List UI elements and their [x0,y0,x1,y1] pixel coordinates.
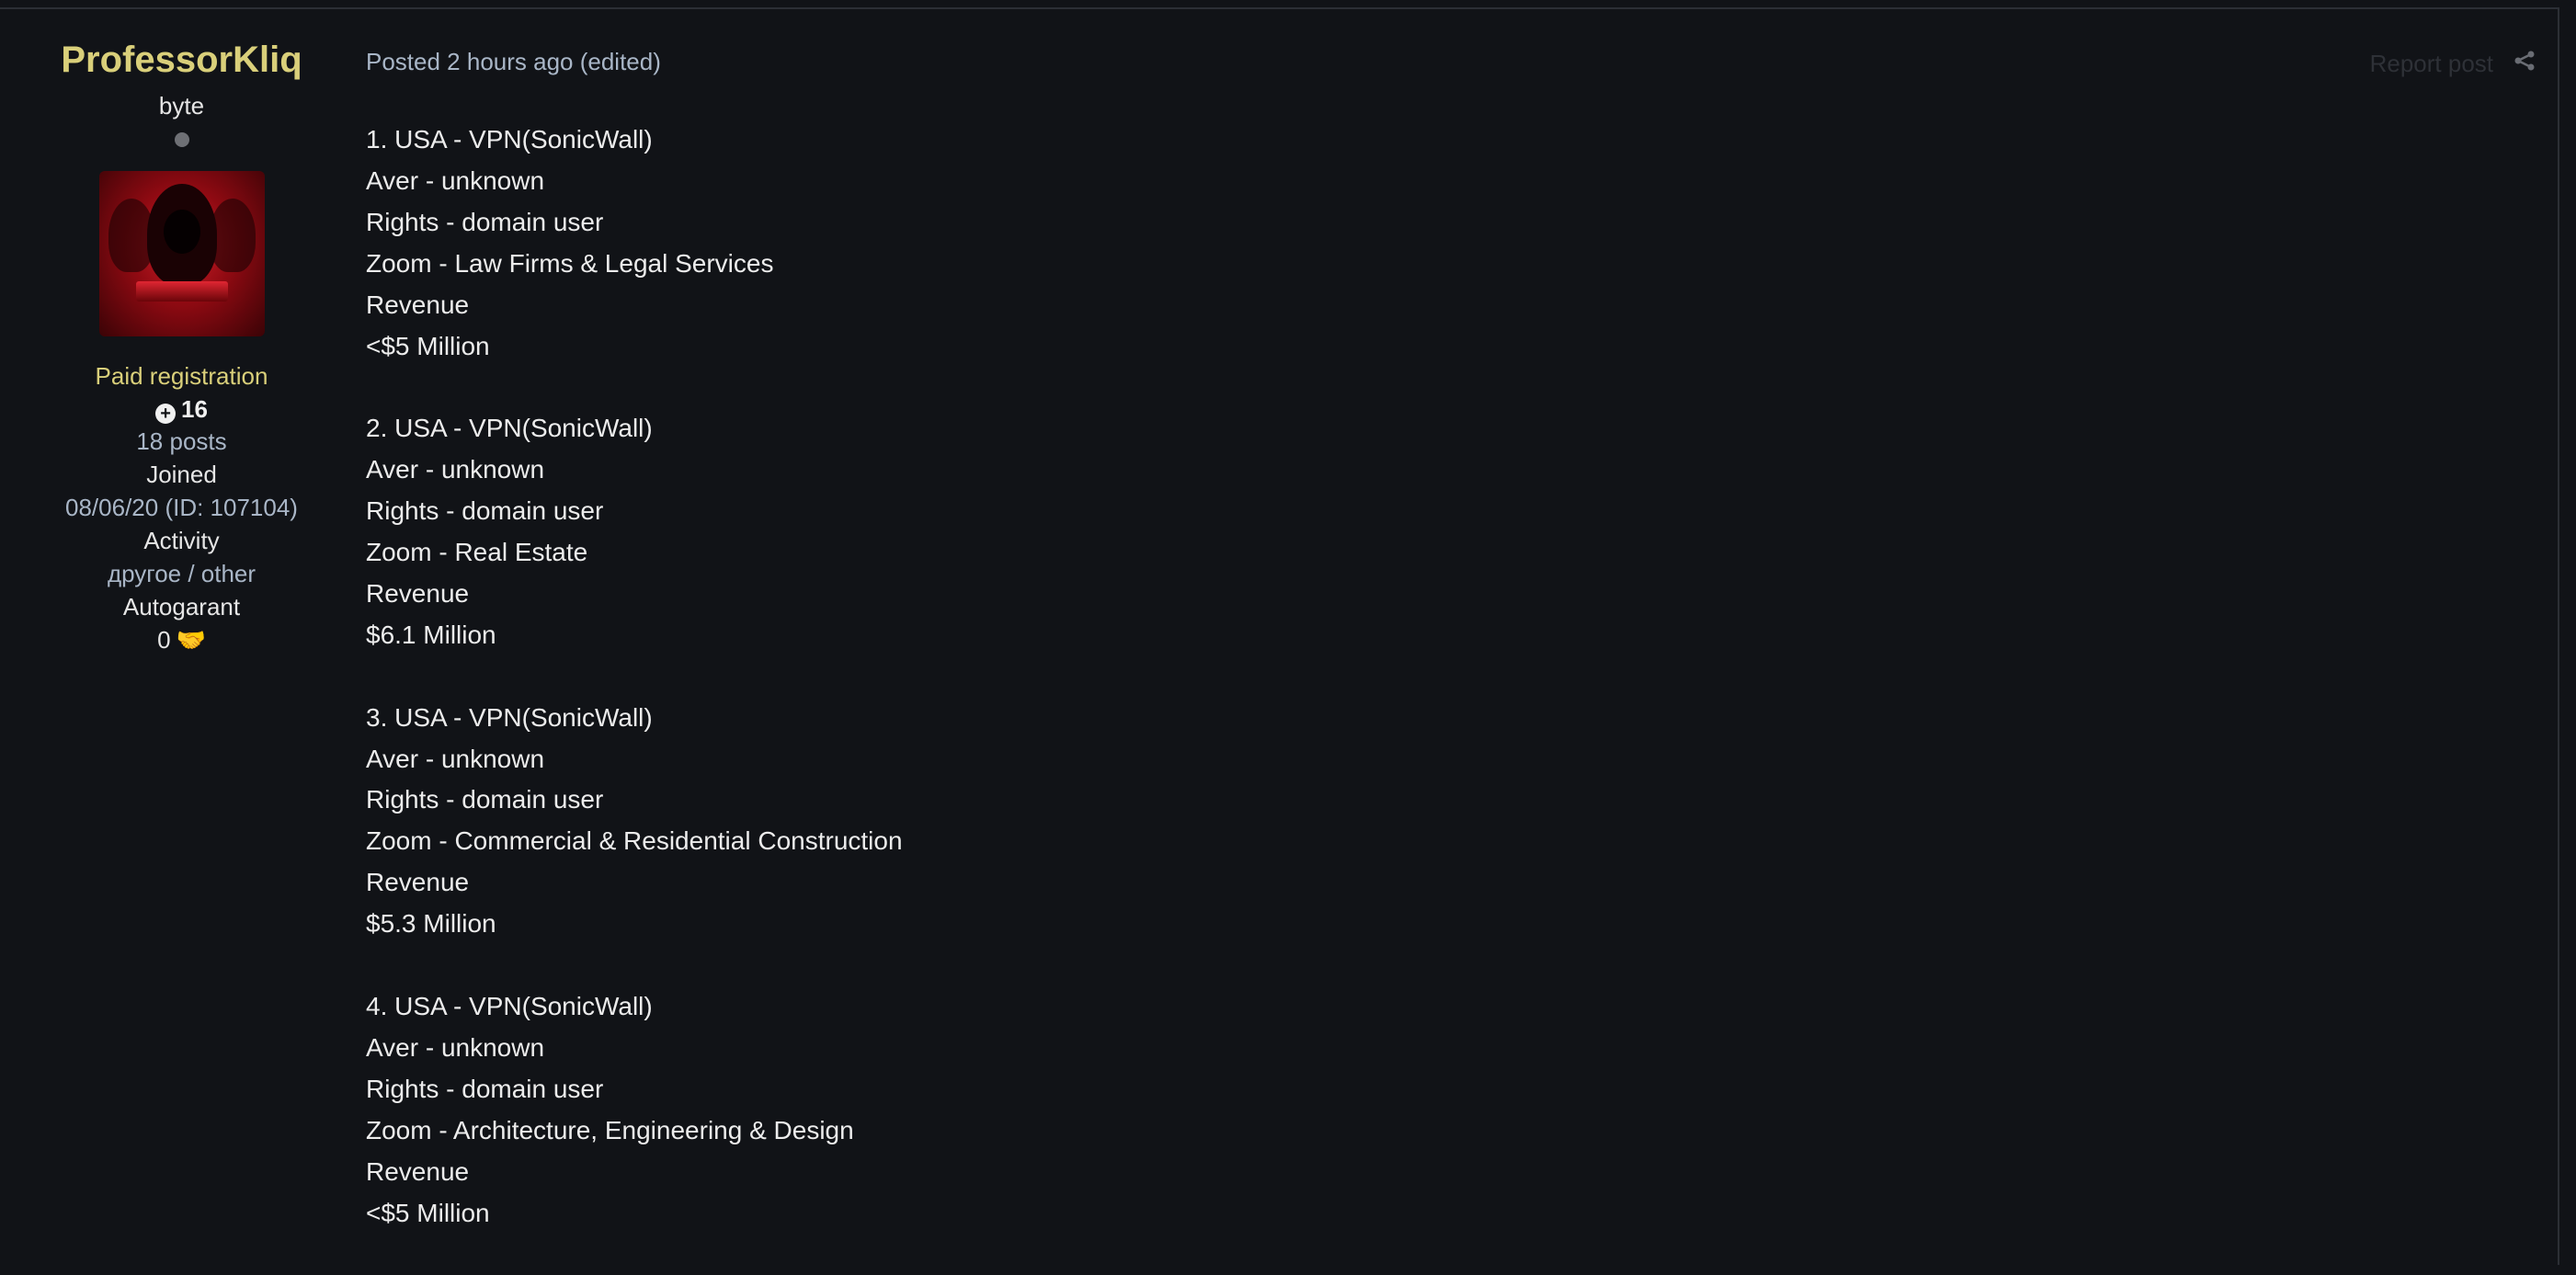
autogarant-label: Autogarant [122,593,241,620]
listing-line: Aver - unknown [366,1032,545,1062]
listing-block: 4. USA - VPN(SonicWall) Aver - unknown R… [366,986,2205,1234]
avatar-face [163,210,200,254]
listing-line: Rights - domain user [366,207,604,236]
listing-line: Rights - domain user [366,785,604,814]
listing-line: Revenue [366,578,470,608]
author-panel: ProfessorKliq byte Paid registration +16… [37,37,326,656]
listing-line: Aver - unknown [366,744,545,773]
autogarant-value: 0 [157,626,171,654]
listing-line: <$5 Million [366,331,490,360]
autogarant-row: 0 🤝 [37,623,326,656]
forum-post: ProfessorKliq byte Paid registration +16… [0,7,2559,1265]
listing-block: 3. USA - VPN(SonicWall) Aver - unknown R… [366,698,2205,945]
listing-line: $5.3 Million [366,909,496,939]
listing-line: 3. USA - VPN(SonicWall) [366,702,653,732]
listing-line: Zoom - Commercial & Residential Construc… [366,826,903,856]
listing-line: 4. USA - VPN(SonicWall) [366,991,653,1020]
plus-circle-icon: + [155,404,177,424]
report-post-link[interactable]: Report post [2370,50,2493,78]
listing-line: Zoom - Real Estate [366,538,588,567]
author-username[interactable]: ProfessorKliq [37,37,326,83]
activity-label: Activity [143,527,220,554]
activity-value: другое / other [107,560,256,587]
listing-block: 2. USA - VPN(SonicWall) Aver - unknown R… [366,408,2205,655]
author-posts-link[interactable]: 18 posts [37,425,326,458]
author-group: Paid registration [95,362,268,390]
listing-line: Revenue [366,868,470,897]
author-rank: byte [158,92,205,120]
listing-line: $6.1 Million [366,620,496,649]
offline-status-icon [174,132,189,147]
listing-block: 1. USA - VPN(SonicWall) Aver - unknown R… [366,120,2205,367]
listing-line: <$5 Million [366,1198,490,1227]
listing-line: Revenue [366,1156,470,1186]
joined-label: Joined [146,461,217,488]
listing-line: Aver - unknown [366,455,545,484]
share-icon[interactable] [2513,50,2536,78]
post-timestamp[interactable]: Posted 2 hours ago (edited) [366,46,661,77]
handshake-icon: 🤝 [176,626,206,654]
joined-value: 08/06/20 (ID: 107104) [65,494,298,521]
reputation-value: 16 [181,395,208,423]
avatar[interactable] [98,171,265,336]
post-actions: Report post [2370,50,2536,78]
listing-line: Zoom - Architecture, Engineering & Desig… [366,1115,854,1144]
listing-line: Revenue [366,290,470,319]
post-content: 1. USA - VPN(SonicWall) Aver - unknown R… [366,120,2205,1275]
listing-line: 2. USA - VPN(SonicWall) [366,414,653,443]
listing-line: Rights - domain user [366,1074,604,1103]
avatar-laptop [135,281,228,302]
author-reputation: +16 [37,393,326,425]
listing-line: Rights - domain user [366,496,604,526]
listing-line: Zoom - Law Firms & Legal Services [366,248,774,278]
listing-line: Aver - unknown [366,165,545,195]
listing-line: 1. USA - VPN(SonicWall) [366,125,653,154]
